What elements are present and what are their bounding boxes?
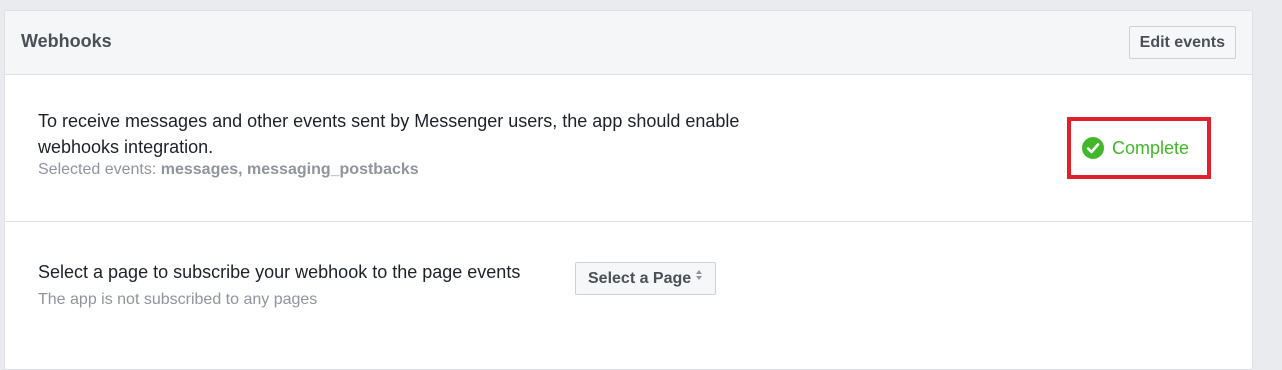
webhooks-integration-section: To receive messages and other events sen… [5, 75, 1252, 222]
selected-events-prefix: Selected events: [38, 161, 161, 178]
page-subscription-status: The app is not subscribed to any pages [38, 291, 318, 308]
status-complete: Complete [1082, 137, 1189, 159]
select-page-label: Select a Page [588, 270, 692, 287]
status-highlight-box: Complete [1067, 117, 1211, 179]
page-subscription-prompt: Select a page to subscribe your webhook … [38, 262, 521, 282]
webhooks-description: To receive messages and other events sen… [38, 111, 740, 157]
page-scrollbar[interactable] [1272, 0, 1282, 350]
page-subscription-section: Select a page to subscribe your webhook … [5, 222, 1252, 362]
selected-events: Selected events: messages, messaging_pos… [38, 161, 419, 179]
panel-title: Webhooks [21, 31, 112, 51]
select-page-dropdown[interactable]: Select a Page [575, 261, 717, 295]
sort-caret-icon [695, 261, 703, 292]
panel-header: Webhooks Edit events [5, 11, 1252, 75]
edit-events-button[interactable]: Edit events [1128, 26, 1236, 59]
webhooks-panel: Webhooks Edit events To receive messages… [4, 10, 1253, 370]
selected-events-value: messages, messaging_postbacks [160, 161, 419, 178]
status-label: Complete [1112, 137, 1190, 158]
check-circle-icon [1082, 137, 1104, 159]
